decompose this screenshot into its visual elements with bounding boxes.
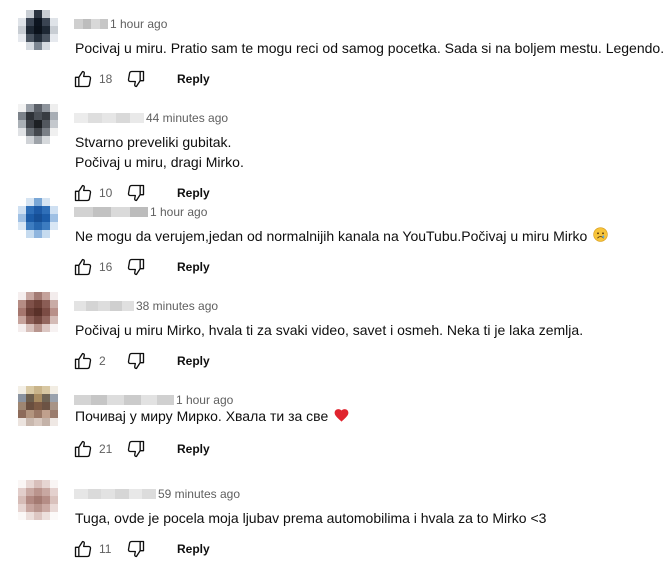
comment-text: Tuga, ovde je pocela moja ljubav prema a…: [75, 508, 665, 528]
comment-actions: 11 Reply: [72, 538, 210, 560]
comment-timestamp[interactable]: 38 minutes ago: [136, 298, 218, 314]
comment-text-content: Почивај у миру Мирко. Хвала ти за све: [75, 408, 329, 424]
heart-icon: [334, 407, 349, 427]
crying-face-icon: [593, 227, 609, 247]
comment-text-line: Ne mogu da verujem,jedan od normalnijih …: [75, 226, 665, 247]
comment-text-line: Počivaj u miru Mirko, hvala ti za svaki …: [75, 320, 665, 340]
thumbs-down-icon[interactable]: [125, 256, 147, 278]
comment-text-content: Ne mogu da verujem,jedan od normalnijih …: [75, 228, 588, 244]
comment-timestamp[interactable]: 1 hour ago: [110, 16, 167, 32]
avatar[interactable]: [18, 10, 58, 50]
avatar[interactable]: [18, 104, 58, 144]
comment-actions: 18 Reply: [72, 68, 210, 90]
comment-item: 38 minutes ago Počivaj u miru Mirko, hval…: [0, 284, 670, 378]
comment-item: 44 minutes ago Stvarno preveliki gubitak.…: [0, 96, 670, 202]
avatar[interactable]: [18, 480, 58, 520]
reply-button[interactable]: Reply: [177, 354, 210, 368]
thumbs-up-icon[interactable]: [72, 256, 94, 278]
comment-text: Počivaj u miru Mirko, hvala ti za svaki …: [75, 320, 665, 340]
comment-text: Stvarno preveliki gubitak. Počivaj u miru…: [75, 132, 665, 172]
comment-actions: 21 Reply: [72, 438, 210, 460]
reply-button[interactable]: Reply: [177, 260, 210, 274]
comment-text-content: Pocivaj u miru. Pratio sam te mogu reci …: [75, 40, 665, 56]
comment-text-content: Počivaj u miru, dragi Mirko.: [75, 154, 244, 170]
like-count: 16: [99, 260, 113, 274]
comment-text-line: Pocivaj u miru. Pratio sam te mogu reci …: [75, 38, 665, 58]
thumbs-down-icon[interactable]: [125, 68, 147, 90]
reply-button[interactable]: Reply: [177, 542, 210, 556]
comment-text: Pocivaj u miru. Pratio sam te mogu reci …: [75, 38, 665, 58]
like-count: 21: [99, 442, 113, 456]
thumbs-up-icon[interactable]: [72, 68, 94, 90]
avatar[interactable]: [18, 292, 58, 332]
comment-text-line: Stvarno preveliki gubitak.: [75, 132, 665, 152]
thumbs-up-icon[interactable]: [72, 350, 94, 372]
avatar[interactable]: [18, 386, 58, 426]
thumbs-down-icon[interactable]: [125, 538, 147, 560]
author-name-redacted[interactable]: [74, 301, 134, 311]
comment-text-content: Stvarno preveliki gubitak.: [75, 134, 232, 150]
comment-text-content: Počivaj u miru Mirko, hvala ti za svaki …: [75, 322, 584, 338]
thumbs-up-icon[interactable]: [72, 438, 94, 460]
comment-timestamp[interactable]: 1 hour ago: [150, 204, 207, 220]
like-count: 18: [99, 72, 113, 86]
author-name-redacted[interactable]: [74, 113, 144, 123]
comment-header: 59 minutes ago: [74, 486, 240, 502]
like-count: 11: [99, 542, 112, 556]
reply-button[interactable]: Reply: [177, 442, 210, 456]
comment-text: Ne mogu da verujem,jedan od normalnijih …: [75, 226, 665, 247]
thumbs-down-icon[interactable]: [125, 438, 147, 460]
author-name-redacted[interactable]: [74, 19, 108, 29]
comment-item: 1 hour ago Почивај у миру Мирко. Хвала ти…: [0, 378, 670, 472]
comment-text: Почивај у миру Мирко. Хвала ти за све: [75, 406, 665, 427]
comment-timestamp[interactable]: 59 minutes ago: [158, 486, 240, 502]
like-count: 2: [99, 354, 106, 368]
comment-header: 44 minutes ago: [74, 110, 228, 126]
avatar[interactable]: [18, 198, 58, 238]
reply-button[interactable]: Reply: [177, 72, 210, 86]
thumbs-down-icon[interactable]: [125, 350, 147, 372]
comment-header: 38 minutes ago: [74, 298, 218, 314]
comment-item: 1 hour ago Pocivaj u miru. Pratio sam te …: [0, 2, 670, 96]
comment-text-line: Tuga, ovde je pocela moja ljubav prema a…: [75, 508, 665, 528]
thumbs-up-icon[interactable]: [72, 538, 94, 560]
comment-actions: 2 Reply: [72, 350, 210, 372]
author-name-redacted[interactable]: [74, 489, 156, 499]
comment-item: 1 hour ago Ne mogu da verujem,jedan od no…: [0, 190, 670, 284]
comment-text-content: Tuga, ovde je pocela moja ljubav prema a…: [75, 510, 547, 526]
comment-actions: 16 Reply: [72, 256, 210, 278]
comment-header: 1 hour ago: [74, 16, 167, 32]
comment-item: 59 minutes ago Tuga, ovde je pocela moja …: [0, 472, 670, 566]
comment-timestamp[interactable]: 44 minutes ago: [146, 110, 228, 126]
author-name-redacted[interactable]: [74, 395, 174, 405]
comment-text-line: Počivaj u miru, dragi Mirko.: [75, 152, 665, 172]
comment-text-line: Почивај у миру Мирко. Хвала ти за све: [75, 406, 665, 427]
comment-header: 1 hour ago: [74, 204, 207, 220]
author-name-redacted[interactable]: [74, 207, 148, 217]
